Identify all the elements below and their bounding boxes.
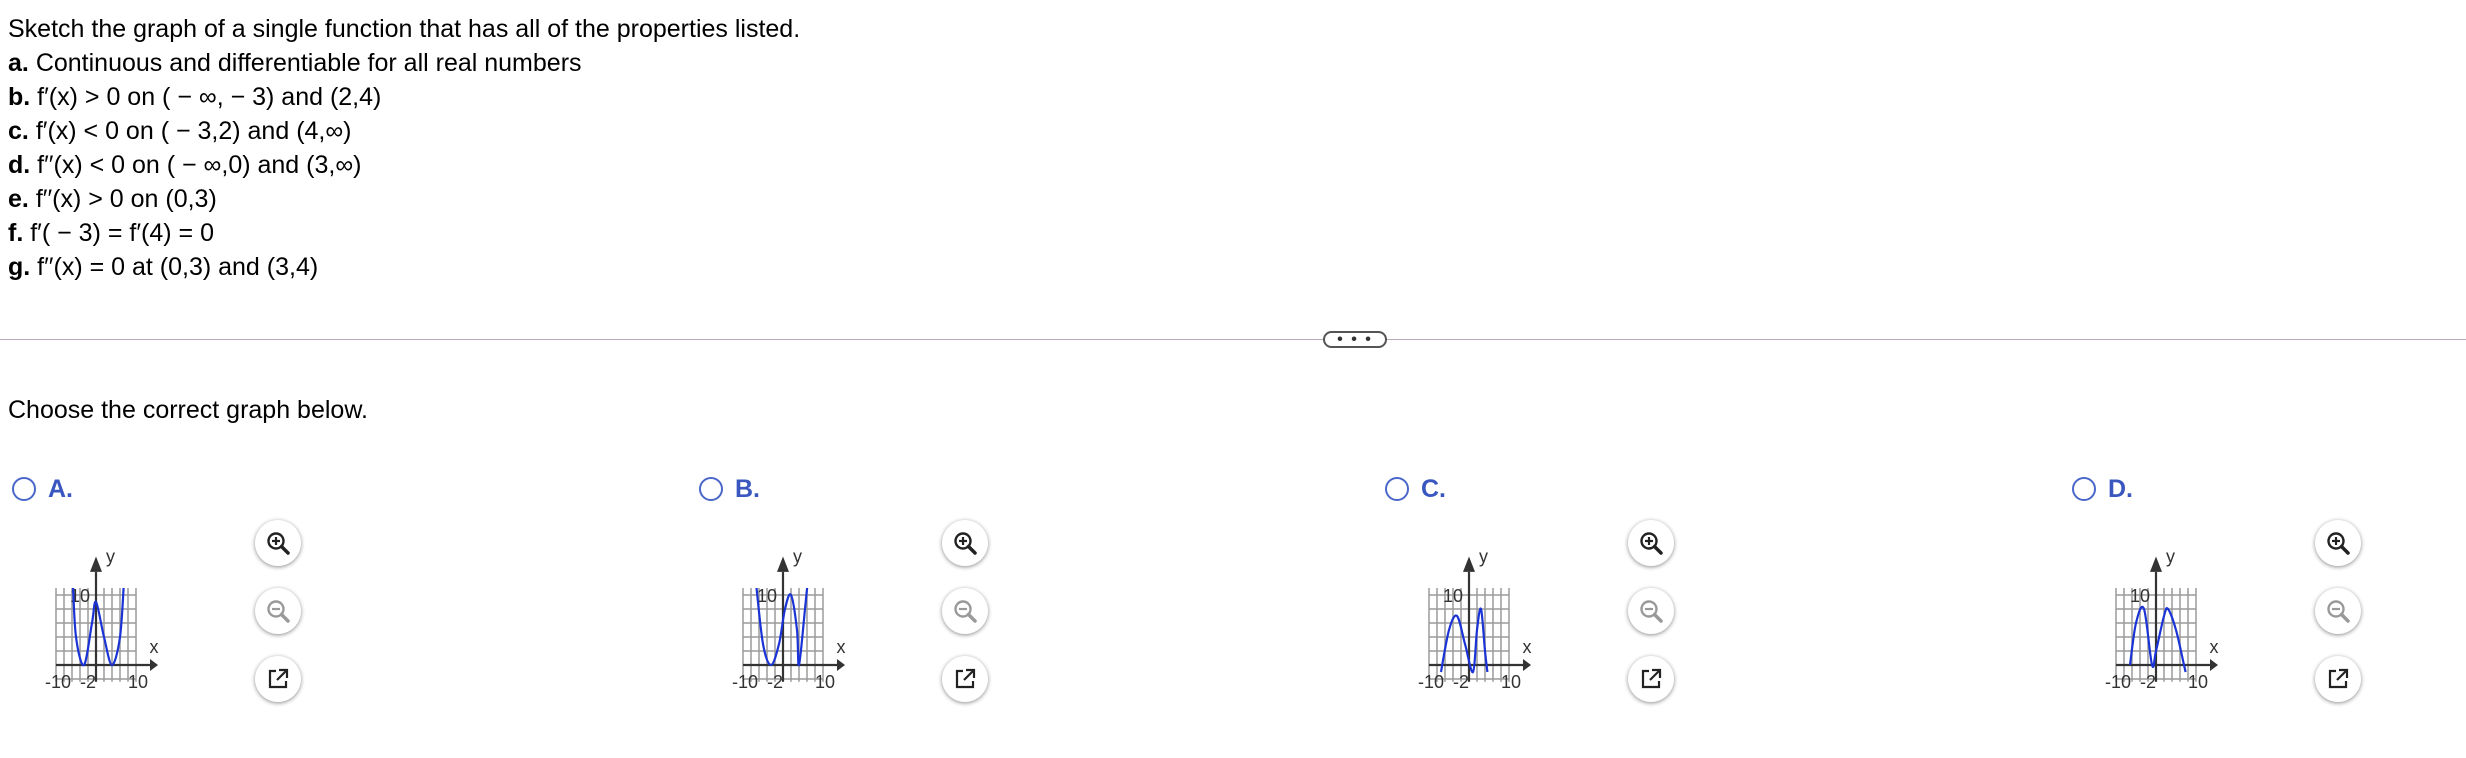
function-curve [2128,605,2187,673]
zoom-in-button[interactable] [255,520,301,566]
zoom-out-button[interactable] [255,588,301,634]
property-f: f. f′( − 3) = f′(4) = 0 [8,216,800,250]
zoom-in-button[interactable] [2315,520,2361,566]
x-axis-label: x [837,637,846,657]
x-min-tick-label: -10 [45,672,71,692]
property-letter: g. [8,253,31,281]
choice-label[interactable]: B. [735,475,760,504]
property-text: f′( − 3) = f′(4) = 0 [30,219,214,247]
zoom-in-icon [264,529,292,557]
choice-radio[interactable] [1385,477,1409,501]
x-max-tick-label: 10 [815,672,835,692]
property-text: f′′(x) = 0 at (0,3) and (3,4) [37,253,319,281]
function-curve [1439,607,1489,674]
choice-label[interactable]: D. [2108,475,2133,504]
choice-graph: yx10-10 -2 10 [732,547,846,693]
zoom-in-icon [1637,529,1665,557]
choice-radio[interactable] [2072,477,2096,501]
property-b: b. f′(x) > 0 on ( − ∞, − 3) and (2,4) [8,80,800,114]
choice-radio[interactable] [12,477,36,501]
property-letter: f. [8,219,24,247]
y-max-tick-label: 10 [757,586,777,606]
choice-b: B. y x 10 -10 -2 10 [695,470,1055,720]
zoom-out-button[interactable] [2315,588,2361,634]
y-axis-label: y [1479,547,1488,567]
x-axis-arrow [150,659,158,671]
property-e: e. f′′(x) > 0 on (0,3) [8,182,800,216]
choice-c: C. y x 10 -10 -2 10 [1381,470,1741,720]
x-axis-arrow [837,659,845,671]
property-text: f′′(x) > 0 on (0,3) [35,185,217,213]
expand-button[interactable]: • • • [1323,331,1387,348]
property-c: c. f′(x) < 0 on ( − 3,2) and (4,∞) [8,114,800,148]
y-axis-arrow [2150,556,2162,572]
property-d: d. f′′(x) < 0 on ( − ∞,0) and (3,∞) [8,148,800,182]
zoom-out-button[interactable] [942,588,988,634]
choice-label[interactable]: A. [48,475,73,504]
open-new-window-button[interactable] [942,656,988,702]
x-min-tick-label: -10 [2105,672,2131,692]
property-a: a. Continuous and differentiable for all… [8,46,800,80]
zoom-in-icon [2324,529,2352,557]
zoom-out-icon [1637,597,1665,625]
x-max-tick-label: 10 [2188,672,2208,692]
open-new-window-button[interactable] [1628,656,1674,702]
choice-a: A. y x 10 -10 -2 10 [8,470,368,720]
x-max-tick-label: 10 [1501,672,1521,692]
zoom-in-button[interactable] [942,520,988,566]
x-axis-label: x [1523,637,1532,657]
property-letter: e. [8,185,29,213]
question-intro: Sketch the graph of a single function th… [8,15,801,43]
x-tick-label: -2 [80,672,96,692]
choice-graph: yx10-10 -2 10 [2105,547,2219,693]
open-new-window-icon [951,665,979,693]
property-letter: c. [8,117,29,145]
open-new-window-button[interactable] [2315,656,2361,702]
property-text: f′(x) > 0 on ( − ∞, − 3) and (2,4) [37,83,382,111]
y-axis-arrow [90,556,102,572]
x-min-tick-label: -10 [732,672,758,692]
choice-graph: yx10-10 -2 10 [45,547,159,693]
zoom-out-icon [264,597,292,625]
y-max-tick-label: 10 [2130,586,2150,606]
choice-graph: yx10-10 -2 10 [1418,547,1532,693]
choice-radio[interactable] [699,477,723,501]
x-axis-label: x [150,637,159,657]
property-letter: a. [8,49,29,77]
y-axis-label: y [793,547,802,567]
property-g: g. f′′(x) = 0 at (0,3) and (3,4) [8,250,800,284]
choice-label[interactable]: C. [1421,475,1446,504]
open-new-window-button[interactable] [255,656,301,702]
open-new-window-icon [264,665,292,693]
zoom-in-button[interactable] [1628,520,1674,566]
y-max-tick-label: 10 [1443,586,1463,606]
y-axis-label: y [2166,547,2175,567]
property-text: Continuous and differentiable for all re… [35,49,582,77]
choice-d: D. y x 10 -10 -2 10 [2068,470,2428,720]
property-text: f′(x) < 0 on ( − 3,2) and (4,∞) [35,117,352,145]
x-axis-arrow [1523,659,1531,671]
x-axis-arrow [2210,659,2218,671]
zoom-out-icon [2324,597,2352,625]
x-axis-label: x [2210,637,2219,657]
zoom-in-icon [951,529,979,557]
zoom-out-button[interactable] [1628,588,1674,634]
y-axis-arrow [1463,556,1475,572]
question-text: Sketch the graph of a single function th… [8,12,800,284]
y-axis-label: y [106,547,115,567]
x-min-tick-label: -10 [1418,672,1444,692]
zoom-out-icon [951,597,979,625]
property-letter: b. [8,83,31,111]
section-divider [0,339,2466,340]
property-text: f′′(x) < 0 on ( − ∞,0) and (3,∞) [37,151,362,179]
y-axis-arrow [777,556,789,572]
open-new-window-icon [1637,665,1665,693]
x-tick-label: -2 [2140,672,2156,692]
x-tick-label: -2 [1453,672,1469,692]
x-max-tick-label: 10 [128,672,148,692]
property-letter: d. [8,151,31,179]
answer-prompt: Choose the correct graph below. [8,396,368,424]
x-tick-label: -2 [767,672,783,692]
open-new-window-icon [2324,665,2352,693]
